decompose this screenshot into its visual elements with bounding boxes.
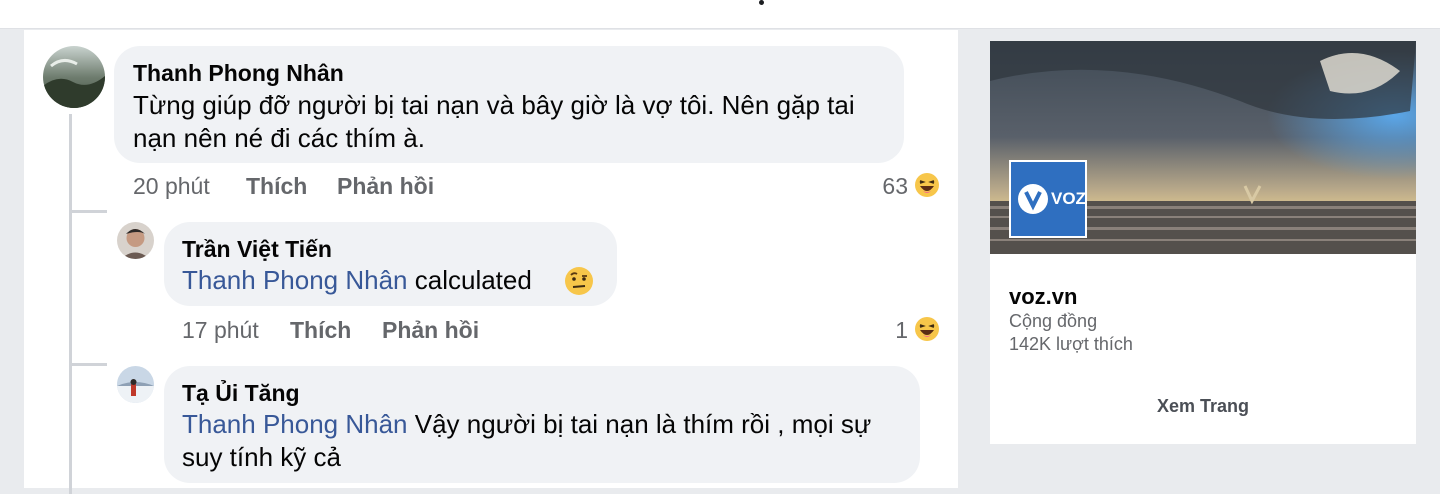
top-dot: [759, 0, 764, 5]
comment-time[interactable]: 20 phút: [133, 173, 210, 200]
avatar[interactable]: [117, 366, 154, 403]
reaction-count[interactable]: 63: [854, 173, 908, 200]
mention-link[interactable]: Thanh Phong Nhân: [182, 265, 408, 295]
raised-eyebrow-emoji-icon: [563, 265, 595, 302]
haha-emoji-icon[interactable]: [914, 172, 940, 203]
comments-panel: Thanh Phong Nhân Từng giúp đỡ người bị t…: [24, 30, 958, 494]
logo-text: VOZ: [1051, 189, 1086, 208]
like-button[interactable]: Thích: [290, 317, 351, 344]
haha-emoji-icon[interactable]: [914, 316, 940, 347]
page-name[interactable]: voz.vn: [1009, 284, 1077, 310]
thread-branch: [69, 210, 107, 213]
reply-author[interactable]: Trần Việt Tiến: [182, 236, 332, 263]
comment-text: Từng giúp đỡ người bị tai nạn và bây giờ…: [133, 90, 855, 153]
reply-text: Thanh Phong Nhân Vậy người bị tai nạn là…: [182, 408, 912, 474]
thread-branch: [69, 363, 107, 366]
reply-author[interactable]: Tạ Ủi Tăng: [182, 380, 300, 407]
page-likes: 142K lượt thích: [1009, 334, 1133, 354]
thread-line: [69, 114, 72, 494]
reply-button[interactable]: Phản hồi: [382, 317, 479, 344]
avatar[interactable]: [117, 222, 154, 259]
like-button[interactable]: Thích: [246, 173, 307, 200]
reply-text-body: calculated: [414, 265, 532, 295]
page-card: VOZ voz.vn Cộng đồng 142K lượt thích Xem…: [990, 41, 1416, 444]
comment-author[interactable]: Thanh Phong Nhân: [133, 60, 344, 87]
page-logo[interactable]: VOZ: [1009, 160, 1087, 238]
reply-time[interactable]: 17 phút: [182, 317, 259, 344]
mention-link[interactable]: Thanh Phong Nhân: [182, 409, 408, 439]
reaction-count[interactable]: 1: [874, 317, 908, 344]
reply-button[interactable]: Phản hồi: [337, 173, 434, 200]
top-bar: [0, 0, 1440, 29]
page-category: Cộng đồng: [1009, 311, 1098, 331]
avatar[interactable]: [43, 46, 105, 108]
reply-text: Thanh Phong Nhân calculated: [182, 264, 532, 297]
view-page-button[interactable]: Xem Trang: [990, 396, 1416, 417]
